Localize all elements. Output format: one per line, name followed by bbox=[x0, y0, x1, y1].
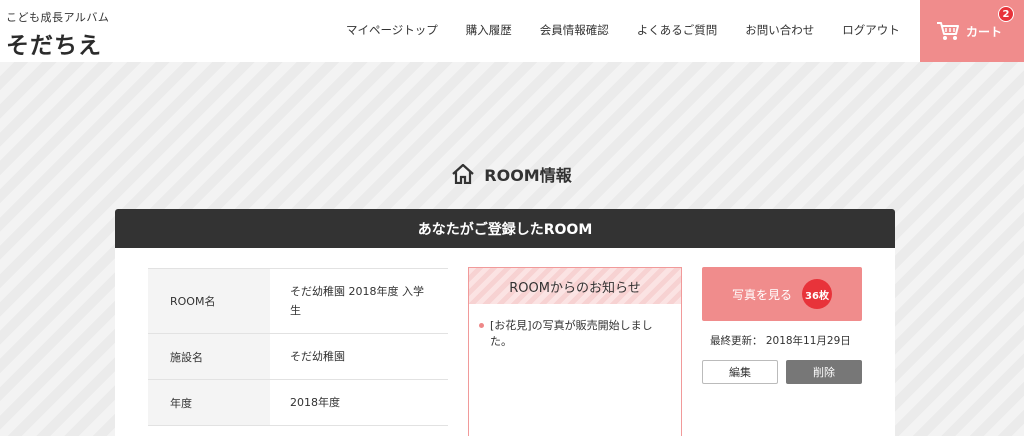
page-title: ROOM情報 bbox=[0, 162, 1024, 186]
last-updated: 最終更新： 2018年11月29日 bbox=[710, 335, 851, 347]
view-photos-button[interactable]: 写真を見る 36枚 bbox=[702, 267, 862, 321]
room-name-label: ROOM名 bbox=[148, 269, 270, 333]
room-panel-header: あなたがご登録したROOM bbox=[115, 209, 895, 248]
year-value: 2018年度 bbox=[290, 396, 340, 409]
nav-logout[interactable]: ログアウト bbox=[842, 22, 900, 38]
room-name-value: そだ幼稚園 2018年度 入学生 bbox=[290, 285, 424, 317]
view-photos-label: 写真を見る bbox=[731, 287, 792, 302]
table-row: ROOM名 そだ幼稚園 2018年度 入学生 bbox=[148, 268, 448, 333]
notice-title: ROOMからのお知らせ bbox=[469, 268, 681, 304]
room-panel: ROOM名 そだ幼稚園 2018年度 入学生 施設名 そだ幼稚園 年度 2018… bbox=[115, 248, 895, 436]
nav-contact[interactable]: お問い合わせ bbox=[745, 22, 814, 38]
nav-member-info[interactable]: 会員情報確認 bbox=[540, 22, 609, 38]
notice-list: [お花見]の写真が販売開始しました。 bbox=[469, 304, 681, 350]
cart-count-badge: 2 bbox=[998, 6, 1014, 22]
cart-label: カート bbox=[966, 24, 1003, 39]
edit-button[interactable]: 編集 bbox=[702, 360, 778, 384]
logo-title: そだちえ bbox=[6, 33, 102, 59]
room-notice-box: ROOMからのお知らせ [お花見]の写真が販売開始しました。 bbox=[468, 267, 682, 436]
notice-text: [お花見]の写真が販売開始しました。 bbox=[490, 319, 653, 348]
cart-icon bbox=[937, 22, 959, 40]
table-row: 年度 2018年度 bbox=[148, 379, 448, 426]
facility-name-value: そだ幼稚園 bbox=[290, 350, 345, 363]
year-label: 年度 bbox=[148, 380, 270, 425]
nav-purchase-history[interactable]: 購入履歴 bbox=[466, 22, 512, 38]
photo-count-badge: 36枚 bbox=[802, 279, 832, 309]
list-item[interactable]: [お花見]の写真が販売開始しました。 bbox=[479, 318, 669, 350]
delete-button[interactable]: 削除 bbox=[786, 360, 862, 384]
site-header: こども成長アルバム そだちえ マイページトップ 購入履歴 会員情報確認 よくある… bbox=[0, 0, 1024, 62]
logo-subtitle: こども成長アルバム bbox=[6, 11, 110, 24]
edit-delete-row: 編集 削除 bbox=[702, 360, 862, 384]
cart-button[interactable]: カート 2 bbox=[920, 0, 1024, 62]
main-nav: マイページトップ 購入履歴 会員情報確認 よくあるご質問 お問い合わせ ログアウ… bbox=[346, 22, 928, 38]
nav-mypage-top[interactable]: マイページトップ bbox=[346, 22, 438, 38]
room-actions: 写真を見る 36枚 最終更新： 2018年11月29日 編集 削除 bbox=[702, 267, 862, 384]
nav-faq[interactable]: よくあるご質問 bbox=[637, 22, 718, 38]
table-row: 施設名 そだ幼稚園 bbox=[148, 333, 448, 379]
bullet-icon bbox=[479, 323, 484, 328]
room-info-table: ROOM名 そだ幼稚園 2018年度 入学生 施設名 そだ幼稚園 年度 2018… bbox=[148, 268, 448, 426]
facility-name-label: 施設名 bbox=[148, 334, 270, 379]
page-title-text: ROOM情報 bbox=[484, 166, 572, 185]
site-logo[interactable]: こども成長アルバム そだちえ bbox=[6, 9, 109, 60]
home-icon bbox=[452, 164, 475, 184]
